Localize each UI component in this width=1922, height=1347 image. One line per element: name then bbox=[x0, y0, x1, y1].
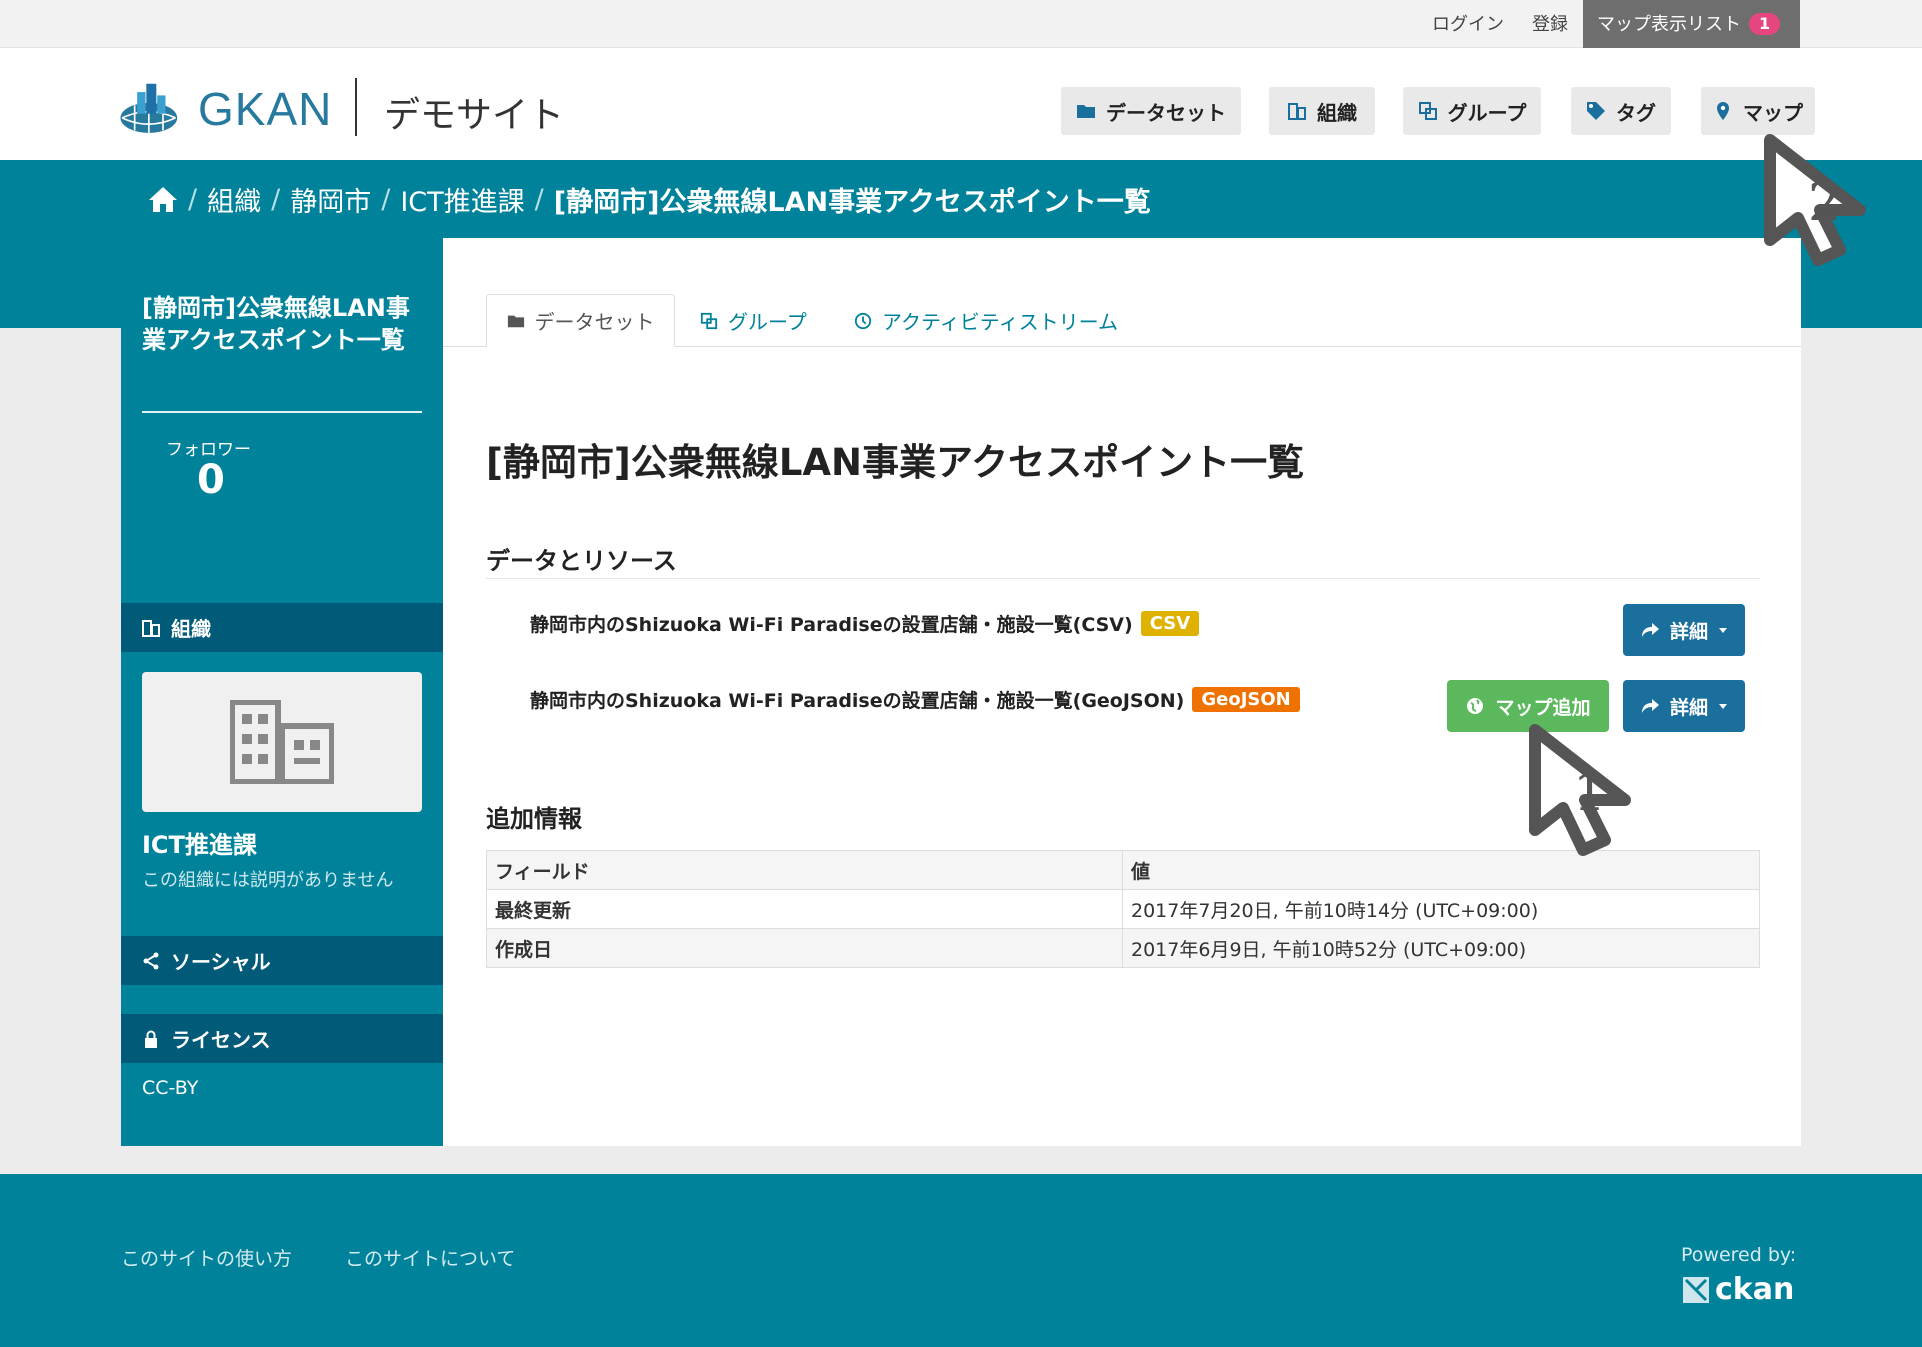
ckan-logo[interactable]: ckan bbox=[1683, 1272, 1794, 1307]
breadcrumb-sep: / bbox=[381, 183, 391, 215]
nav-organizations[interactable]: 組織 bbox=[1269, 87, 1375, 135]
group-icon bbox=[1418, 102, 1437, 120]
map-marker-icon bbox=[1717, 102, 1729, 120]
ckan-logo-icon bbox=[1683, 1276, 1709, 1303]
resources-heading-divider bbox=[486, 578, 1760, 579]
additional-info-heading: 追加情報 bbox=[486, 805, 582, 833]
table-header-field: フィールド bbox=[486, 850, 1123, 890]
table-cell-value: 2017年7月20日, 午前10時14分 (UTC+09:00) bbox=[1122, 889, 1760, 929]
gkan-logo-icon[interactable] bbox=[118, 75, 193, 140]
table-row: 作成日 2017年6月9日, 午前10時52分 (UTC+09:00) bbox=[486, 928, 1760, 968]
table-cell-field: 作成日 bbox=[486, 928, 1123, 968]
share-icon bbox=[143, 952, 159, 969]
resource-item: 静岡市内のShizuoka Wi-Fi Paradiseの設置店舗・施設一覧(G… bbox=[530, 686, 1300, 713]
caret-down-icon bbox=[1719, 704, 1727, 709]
building-icon bbox=[230, 700, 334, 784]
footer-link-how-to-use[interactable]: このサイトの使い方 bbox=[121, 1244, 292, 1271]
resource-name[interactable]: 静岡市内のShizuoka Wi-Fi Paradiseの設置店舗・施設一覧(C… bbox=[530, 610, 1133, 637]
share-arrow-icon bbox=[1641, 623, 1659, 637]
table-cell-field: 最終更新 bbox=[486, 889, 1123, 929]
table-cell-value: 2017年6月9日, 午前10時52分 (UTC+09:00) bbox=[1122, 928, 1760, 968]
powered-by-label: Powered by: bbox=[1681, 1244, 1797, 1266]
sidebar-social-heading: ソーシャル bbox=[121, 936, 443, 985]
tab-activity-stream-label: アクティビティストリーム bbox=[882, 310, 1118, 334]
resource-name[interactable]: 静岡市内のShizuoka Wi-Fi Paradiseの設置店舗・施設一覧(G… bbox=[530, 686, 1184, 713]
breadcrumb-sep: / bbox=[188, 183, 198, 215]
nav-groups-label: グループ bbox=[1447, 100, 1527, 125]
detail-button-label: 詳細 bbox=[1669, 696, 1708, 719]
building-icon bbox=[142, 619, 160, 637]
tab-groups-label: グループ bbox=[728, 310, 807, 334]
format-badge-csv: CSV bbox=[1140, 611, 1200, 636]
register-link[interactable]: 登録 bbox=[1532, 0, 1568, 48]
resource-item: 静岡市内のShizuoka Wi-Fi Paradiseの設置店舗・施設一覧(C… bbox=[530, 610, 1200, 637]
sidebar-dataset-title: [静岡市]公衆無線LAN事業アクセスポイント一覧 bbox=[142, 294, 410, 354]
clock-icon bbox=[854, 312, 872, 329]
group-icon bbox=[700, 312, 718, 329]
home-icon[interactable] bbox=[148, 185, 178, 213]
map-list-count-badge: 1 bbox=[1749, 13, 1781, 35]
breadcrumb-sep: / bbox=[534, 183, 544, 215]
format-badge-geojson: GeoJSON bbox=[1192, 687, 1300, 712]
sidebar-license-heading: ライセンス bbox=[121, 1014, 443, 1063]
caret-down-icon bbox=[1719, 628, 1727, 633]
nav-tags-label: タグ bbox=[1616, 100, 1656, 125]
nav-datasets-label: データセット bbox=[1106, 100, 1226, 125]
sidebar-organization-heading: 組織 bbox=[121, 603, 443, 652]
breadcrumb-department[interactable]: ICT推進課 bbox=[400, 180, 524, 219]
building-icon bbox=[1288, 103, 1306, 120]
share-arrow-icon bbox=[1641, 699, 1659, 713]
annotation-number-1: 1 bbox=[1573, 763, 1606, 823]
annotation-cursor-1-icon: 1 bbox=[1529, 724, 1631, 856]
nav-datasets[interactable]: データセット bbox=[1061, 87, 1241, 135]
globe-icon bbox=[1467, 698, 1484, 714]
nav-map-label: マップ bbox=[1743, 100, 1803, 125]
lock-icon bbox=[145, 1030, 157, 1048]
sidebar-organization-label: 組織 bbox=[171, 617, 211, 641]
nav-tags[interactable]: タグ bbox=[1571, 87, 1671, 135]
map-add-button-label: マップ追加 bbox=[1495, 696, 1591, 719]
header-divider bbox=[355, 78, 357, 136]
breadcrumb-organizations[interactable]: 組織 bbox=[207, 180, 261, 219]
folder-icon bbox=[507, 315, 524, 327]
annotation-number-2: 2 bbox=[1808, 173, 1841, 233]
detail-button[interactable]: 詳細 bbox=[1623, 604, 1745, 656]
site-name: デモサイト bbox=[384, 95, 565, 136]
organization-image[interactable] bbox=[142, 672, 422, 812]
footer-link-about[interactable]: このサイトについて bbox=[345, 1244, 515, 1271]
table-row: 最終更新 2017年7月20日, 午前10時14分 (UTC+09:00) bbox=[486, 889, 1760, 929]
map-list-button[interactable]: マップ表示リスト 1 bbox=[1583, 0, 1800, 48]
tab-datasets[interactable]: データセット bbox=[486, 294, 675, 347]
breadcrumb-current[interactable]: [静岡市]公衆無線LAN事業アクセスポイント一覧 bbox=[554, 180, 1151, 219]
license-value[interactable]: CC-BY bbox=[142, 1077, 198, 1099]
nav-map[interactable]: マップ bbox=[1701, 87, 1815, 135]
tab-activity-stream[interactable]: アクティビティストリーム bbox=[854, 294, 1118, 347]
breadcrumb-sep: / bbox=[271, 183, 281, 215]
nav-organizations-label: 組織 bbox=[1317, 100, 1357, 125]
sidebar-social-label: ソーシャル bbox=[171, 950, 271, 974]
sidebar-license-label: ライセンス bbox=[171, 1028, 271, 1052]
tag-icon bbox=[1587, 102, 1605, 120]
dataset-title: [静岡市]公衆無線LAN事業アクセスポイント一覧 bbox=[486, 441, 1305, 484]
login-link[interactable]: ログイン bbox=[1432, 0, 1504, 48]
followers-count: 0 bbox=[197, 457, 225, 503]
annotation-cursor-2-icon: 2 bbox=[1764, 134, 1866, 266]
tab-datasets-label: データセット bbox=[534, 310, 655, 334]
breadcrumb-city[interactable]: 静岡市 bbox=[290, 180, 371, 219]
resources-heading: データとリソース bbox=[486, 547, 677, 575]
breadcrumb: / 組織 / 静岡市 / ICT推進課 / [静岡市]公衆無線LAN事業アクセス… bbox=[148, 160, 1151, 238]
ckan-logo-text: ckan bbox=[1715, 1272, 1795, 1307]
detail-button-label: 詳細 bbox=[1669, 620, 1708, 643]
tab-groups[interactable]: グループ bbox=[700, 294, 807, 347]
nav-groups[interactable]: グループ bbox=[1403, 87, 1541, 135]
brand-name[interactable]: GKAN bbox=[198, 82, 332, 136]
organization-name[interactable]: ICT推進課 bbox=[142, 825, 257, 860]
sidebar-divider bbox=[142, 411, 422, 413]
organization-description: この組織には説明がありません bbox=[142, 870, 394, 891]
folder-icon bbox=[1077, 105, 1095, 118]
map-list-label: マップ表示リスト bbox=[1597, 14, 1741, 35]
